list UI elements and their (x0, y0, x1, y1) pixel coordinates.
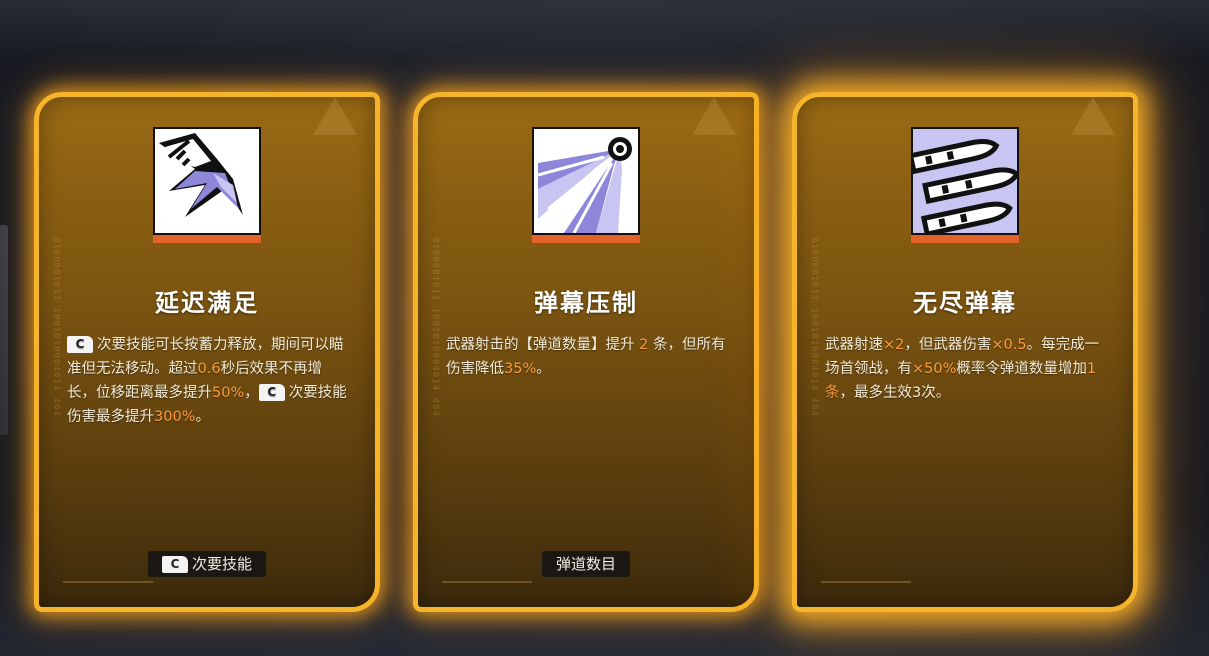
desc-text: 。 (536, 361, 551, 377)
tag-label: 弹道数目 (555, 555, 617, 573)
barrage-burst-icon (532, 127, 640, 235)
highlight-value: 2 (639, 337, 649, 353)
card-deco-code: 0100001011 1001010004014 404 (809, 237, 819, 417)
highlight-value: 50% (212, 385, 245, 401)
card-description: 武器射速×2，但武器伤害×0.5。每完成一场首领战，有×50%概率令弹道数量增加… (825, 333, 1109, 405)
card-footer-deco (442, 581, 532, 597)
perk-icon-2 (532, 127, 640, 247)
highlight-value: ×0.5 (991, 337, 1027, 353)
desc-text: 概率令弹道数量增加 (956, 361, 1087, 377)
perk-icon-3 (907, 127, 1020, 247)
left-edge-panel (0, 225, 8, 435)
dash-slash-icon (153, 127, 261, 235)
highlight-value: ×2 (883, 337, 905, 353)
card-description: 武器射击的【弹道数量】提升 2 条，但所有伤害降低35%。 (446, 333, 730, 381)
card-title: 延迟满足 (155, 289, 259, 317)
card-description: C 次要技能可长按蓄力释放，期间可以瞄准但无法移动。超过0.6秒后效果不再增长，位… (67, 333, 351, 429)
highlight-value: 300% (154, 409, 196, 425)
card-deco-code: 0100001011 1001010004014 404 (51, 237, 61, 417)
desc-text: ，但武器伤害 (904, 337, 992, 353)
perk-card-3[interactable]: 0100001011 1001010004014 404 无尽弹幕 武器射速×2… (792, 92, 1138, 612)
card-corner-triangle (313, 97, 357, 135)
desc-text: 武器射击的【弹道数量】提升 (446, 337, 640, 353)
icon-underline (153, 235, 261, 243)
desc-text: 武器射速 (825, 337, 883, 353)
highlight-value: 0.6 (197, 361, 221, 377)
card-tag: 弹道数目 (541, 551, 631, 577)
highlight-value: ×50% (912, 361, 957, 377)
perk-card-2[interactable]: 0100001011 1001010004014 404 弹幕压制 武器射击的【… (413, 92, 759, 612)
card-footer-deco (821, 581, 911, 597)
card-title: 弹幕压制 (534, 289, 638, 317)
background-top-glow (0, 0, 1209, 60)
icon-underline (911, 235, 1019, 243)
card-corner-triangle (1071, 97, 1115, 135)
card-corner-triangle (692, 97, 736, 135)
highlight-value: 35% (504, 361, 537, 377)
card-deco-code: 0100001011 1001010004014 404 (430, 237, 440, 417)
card-title: 无尽弹幕 (913, 289, 1017, 317)
tag-label: 次要技能 (191, 555, 253, 573)
icon-underline (532, 235, 640, 243)
perk-card-1[interactable]: 0100001011 1001010004014 404 延迟满足 C 次要技能可… (34, 92, 380, 612)
desc-text: ， (244, 385, 259, 401)
desc-text: 。 (195, 409, 210, 425)
card-footer-deco (63, 581, 153, 597)
key-c-badge: C (258, 384, 285, 401)
perk-icon-1 (153, 127, 261, 247)
desc-text: ，最多生效3次。 (839, 385, 951, 401)
key-c-badge: C (161, 556, 188, 573)
key-c-badge: C (67, 336, 93, 353)
card-tag: C 次要技能 (147, 551, 267, 577)
bullets-icon (907, 127, 1020, 237)
